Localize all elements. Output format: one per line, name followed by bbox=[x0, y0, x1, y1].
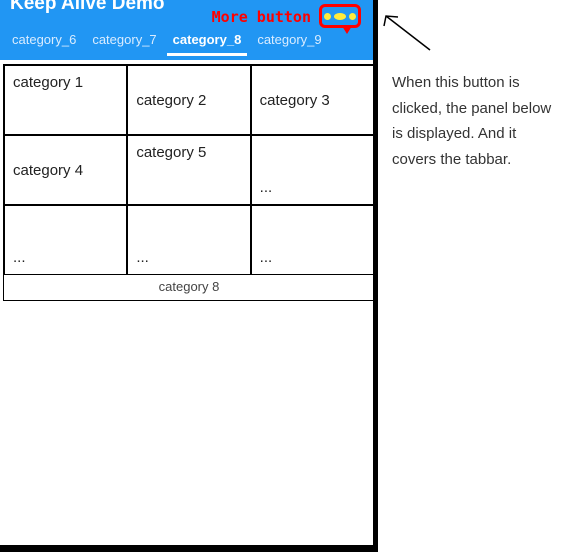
grid-cell-label: ... bbox=[13, 249, 26, 266]
grid-cell[interactable]: category 3 bbox=[251, 65, 374, 135]
grid-footer-label: category 8 bbox=[4, 275, 374, 300]
grid-cell-label: ... bbox=[260, 179, 273, 196]
annotation-arrow-icon bbox=[378, 8, 438, 56]
tab-category-6[interactable]: category_6 bbox=[6, 28, 82, 56]
dot-icon bbox=[324, 13, 331, 20]
app-header: Keep Alive Demo More button category_6 c… bbox=[0, 0, 373, 60]
grid-cell-label: ... bbox=[136, 249, 149, 266]
grid-cell-label: category 4 bbox=[13, 162, 83, 179]
grid-cell-label: category 5 bbox=[136, 144, 206, 161]
grid-cell[interactable]: ... bbox=[127, 205, 250, 275]
grid-row: category 4 category 5 ... bbox=[4, 135, 374, 205]
more-button[interactable] bbox=[319, 4, 361, 28]
tab-category-8[interactable]: category_8 bbox=[167, 28, 248, 56]
grid-cell-label: category 1 bbox=[13, 74, 83, 91]
app-title: Keep Alive Demo bbox=[10, 0, 165, 15]
grid-cell[interactable]: ... bbox=[251, 135, 374, 205]
tab-category-7[interactable]: category_7 bbox=[86, 28, 162, 56]
grid-cell-label: ... bbox=[260, 249, 273, 266]
grid-row: ... ... ... bbox=[4, 205, 374, 275]
grid-cell[interactable]: ... bbox=[251, 205, 374, 275]
more-button-annotation-label: More button bbox=[212, 8, 311, 26]
grid-cell[interactable]: category 2 bbox=[127, 65, 250, 135]
grid-row: category 1 category 2 category 3 bbox=[4, 65, 374, 135]
tab-bar: category_6 category_7 category_8 categor… bbox=[0, 28, 373, 56]
annotation-text: When this button is clicked, the panel b… bbox=[392, 70, 560, 172]
grid-cell-label: category 2 bbox=[136, 92, 206, 109]
grid-cell[interactable]: category 5 bbox=[127, 135, 250, 205]
grid-cell[interactable]: category 4 bbox=[4, 135, 127, 205]
grid-cell[interactable]: ... bbox=[4, 205, 127, 275]
dot-icon bbox=[334, 13, 346, 20]
category-grid-panel: category 1 category 2 category 3 categor… bbox=[3, 64, 375, 301]
tab-category-9[interactable]: category_9 bbox=[251, 28, 327, 56]
grid-cell-label: category 3 bbox=[260, 92, 330, 109]
dot-icon bbox=[349, 13, 356, 20]
phone-frame: Keep Alive Demo More button category_6 c… bbox=[0, 0, 378, 552]
grid-cell[interactable]: category 1 bbox=[4, 65, 127, 135]
